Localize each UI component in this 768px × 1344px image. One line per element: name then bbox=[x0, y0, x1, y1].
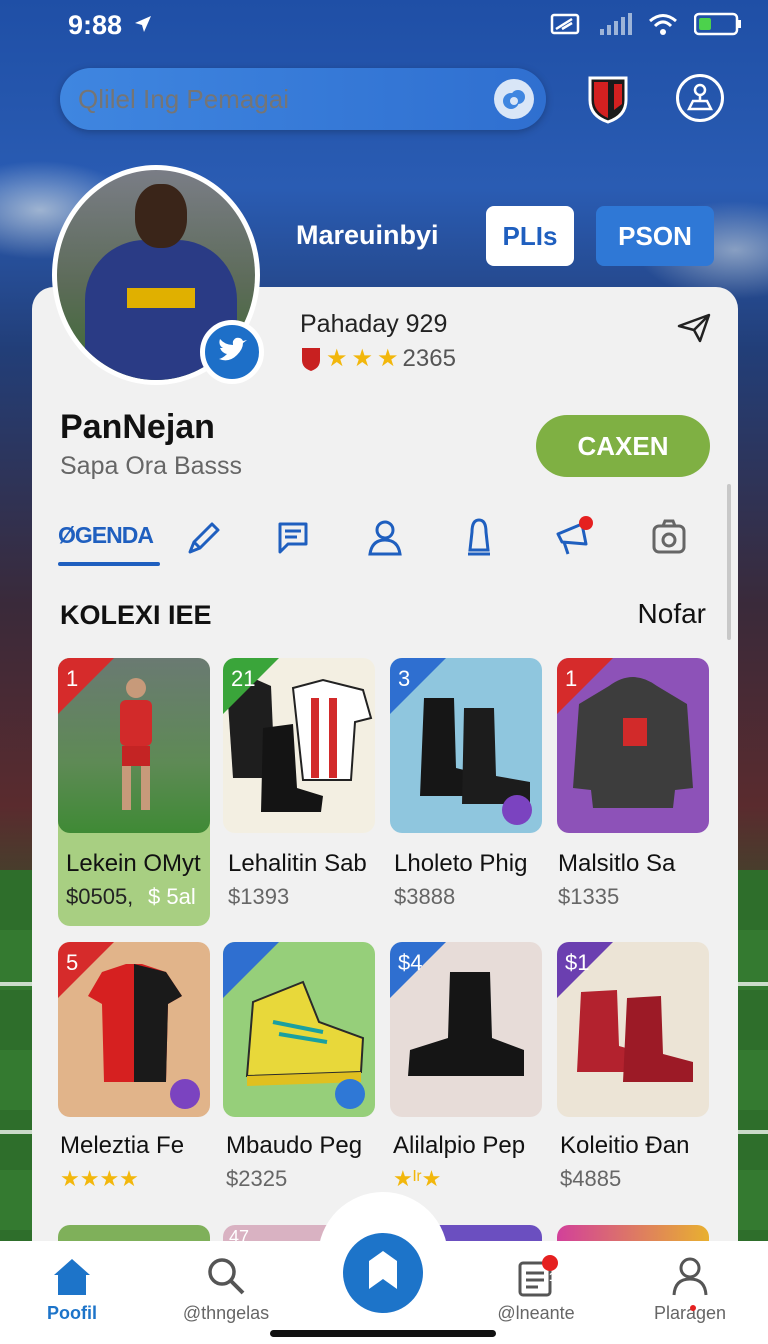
section-more-link[interactable]: Nofar bbox=[638, 598, 706, 630]
rank-badge: $4 bbox=[398, 950, 423, 975]
search-button[interactable] bbox=[494, 79, 534, 119]
product-name: Alilalpio Pep bbox=[393, 1132, 526, 1159]
rank-corner bbox=[223, 942, 279, 998]
notification-dot bbox=[690, 1305, 696, 1311]
profile-tabs: ØGENDA bbox=[58, 512, 718, 568]
profile-name: PanNejan bbox=[60, 408, 215, 446]
rank-badge: $1 bbox=[565, 950, 590, 975]
product-card[interactable]: 5 bbox=[58, 942, 210, 1117]
camera-icon[interactable] bbox=[648, 516, 690, 558]
product-name: Koleitio Ðan bbox=[560, 1132, 690, 1159]
star-icon: ★ bbox=[326, 345, 348, 372]
location-arrow-icon bbox=[135, 16, 151, 32]
section-title: KOLEXI IEE bbox=[60, 600, 212, 630]
club-crest-icon[interactable] bbox=[586, 74, 630, 124]
status-icons bbox=[550, 12, 742, 36]
nav-search[interactable]: @thngelas bbox=[156, 1255, 296, 1324]
nav-news-label: @lneante bbox=[497, 1303, 575, 1323]
user-outline-icon bbox=[686, 83, 714, 111]
product-card[interactable]: $4 bbox=[390, 942, 542, 1117]
info-title: Pahaday 929 bbox=[300, 310, 448, 338]
rank-badge: 3 bbox=[398, 666, 411, 691]
product-card[interactable]: 1 bbox=[58, 658, 210, 833]
tab-agenda-prefix: Ø bbox=[58, 522, 76, 548]
rank-badge: 1 bbox=[66, 666, 79, 691]
home-icon bbox=[54, 1259, 90, 1295]
product-name: Lekein OMyt bbox=[66, 850, 201, 877]
search-input[interactable] bbox=[74, 75, 544, 123]
product-price: $3888 bbox=[394, 884, 456, 909]
account-button[interactable] bbox=[676, 74, 724, 122]
product-card[interactable]: 21 bbox=[223, 658, 375, 833]
search-bar[interactable] bbox=[60, 68, 546, 130]
rank-badge: 1 bbox=[565, 666, 578, 691]
center-action-button[interactable] bbox=[343, 1233, 423, 1313]
cast-icon bbox=[550, 13, 580, 35]
profile-handle: Mareuinbyi bbox=[296, 220, 439, 250]
nav-profile[interactable]: Plaragen bbox=[620, 1255, 760, 1324]
product-card[interactable] bbox=[223, 942, 375, 1117]
product-price: $1393 bbox=[228, 884, 290, 909]
profile-subtitle: Sapa Ora Basss bbox=[60, 452, 243, 480]
rating-row: ★ ★ ★ 2365 bbox=[300, 344, 456, 373]
product-price: $4885 bbox=[560, 1166, 622, 1191]
cloud-icon bbox=[503, 90, 525, 109]
status-bar: 9:88 bbox=[0, 0, 768, 50]
rank-badge: 5 bbox=[66, 950, 79, 975]
pencil-icon[interactable] bbox=[182, 516, 224, 558]
status-time: 9:88 bbox=[68, 10, 123, 40]
product-name: Lehalitin Sab bbox=[228, 850, 367, 877]
club-crest-icon bbox=[302, 347, 320, 371]
product-card[interactable]: 1 bbox=[557, 658, 709, 833]
bell-icon[interactable] bbox=[458, 516, 500, 558]
product-name: Meleztia Fe bbox=[60, 1132, 185, 1159]
product-name: Lholeto Phig bbox=[394, 850, 528, 877]
product-card[interactable]: 3 bbox=[390, 658, 542, 833]
product-price: $1335 bbox=[558, 884, 620, 909]
scrollbar[interactable] bbox=[727, 484, 731, 640]
person-icon[interactable] bbox=[364, 516, 406, 558]
tab-active-indicator bbox=[58, 562, 160, 566]
home-indicator bbox=[270, 1330, 496, 1337]
nav-news[interactable]: 1 @lneante bbox=[466, 1255, 606, 1324]
news-badge-count: 1 bbox=[549, 1270, 556, 1284]
product-name: Mbaudo Peg bbox=[226, 1132, 363, 1159]
star-icon: ★ bbox=[351, 345, 374, 372]
product-price: $0505, bbox=[66, 884, 134, 909]
nav-search-label: @thngelas bbox=[182, 1303, 270, 1323]
favorite-badge-icon[interactable] bbox=[502, 795, 532, 825]
avatar-jersey-stripe bbox=[127, 288, 195, 308]
tab-agenda-label: GENDA bbox=[74, 522, 154, 548]
battery-icon bbox=[694, 12, 741, 36]
favorite-badge-icon[interactable] bbox=[170, 1079, 200, 1109]
product-rating: ★★★★ bbox=[60, 1166, 139, 1191]
product-price: $2325 bbox=[226, 1166, 288, 1191]
chat-note-icon[interactable] bbox=[272, 516, 314, 558]
favorite-badge-icon[interactable] bbox=[335, 1079, 365, 1109]
product-name: Malsitlo Sa bbox=[558, 850, 676, 877]
pson-button[interactable]: PSON bbox=[596, 206, 714, 266]
avatar-head bbox=[135, 184, 187, 248]
product-price-secondary: $ 5al bbox=[148, 884, 196, 909]
rank-badge: 21 bbox=[231, 666, 256, 691]
star-icon: ★ bbox=[377, 345, 399, 372]
tab-agenda[interactable]: ØGENDA bbox=[58, 522, 154, 549]
bookmark-icon bbox=[369, 1251, 397, 1289]
bird-icon bbox=[219, 337, 247, 361]
rating-value: 2365 bbox=[402, 344, 456, 372]
verified-badge bbox=[200, 320, 264, 384]
search-icon bbox=[208, 1258, 245, 1295]
megaphone-icon[interactable] bbox=[552, 516, 594, 558]
signal-icon bbox=[600, 13, 632, 35]
plis-button[interactable]: PLIs bbox=[486, 206, 574, 266]
nav-home[interactable]: Poofil bbox=[2, 1255, 142, 1324]
product-card[interactable]: $1 bbox=[557, 942, 709, 1117]
nav-home-label: Poofil bbox=[47, 1303, 97, 1323]
person-icon bbox=[672, 1257, 708, 1296]
caxen-button[interactable]: CAXEN bbox=[536, 415, 710, 477]
wifi-icon bbox=[649, 14, 677, 35]
send-icon[interactable] bbox=[676, 312, 712, 344]
product-rating: ★ᴵʳ★ bbox=[393, 1166, 442, 1191]
